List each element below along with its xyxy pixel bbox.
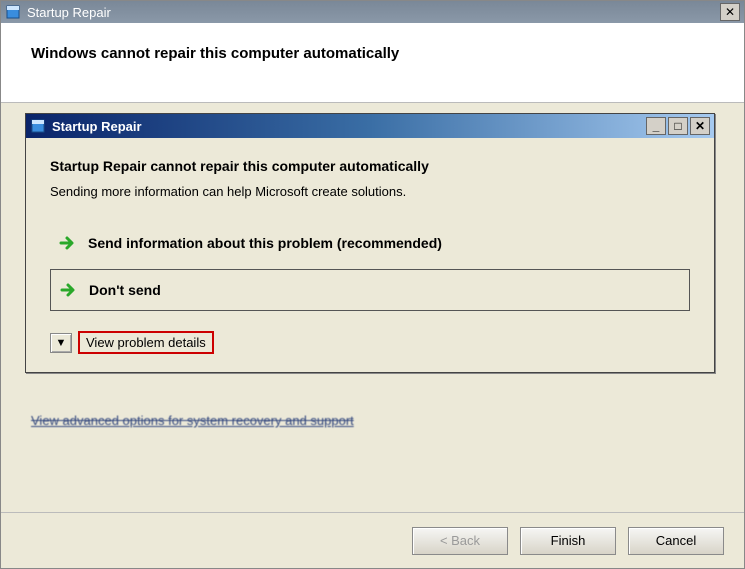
- wizard-footer: < Back Finish Cancel: [1, 512, 744, 568]
- inner-subtext: Sending more information can help Micros…: [50, 184, 690, 199]
- finish-button[interactable]: Finish: [520, 527, 616, 555]
- option-dont-send-label: Don't send: [89, 282, 161, 298]
- back-button: < Back: [412, 527, 508, 555]
- option-send-label: Send information about this problem (rec…: [88, 235, 442, 251]
- arrow-right-icon: [58, 233, 78, 253]
- outer-titlebar: Startup Repair ✕: [1, 1, 744, 23]
- advanced-options-link[interactable]: View advanced options for system recover…: [31, 413, 391, 428]
- problem-details-row: ▼ View problem details: [50, 331, 690, 354]
- outer-body: Startup Repair _ □ ✕ Startup Repair cann…: [1, 103, 744, 512]
- startup-repair-icon: [30, 118, 46, 134]
- outer-heading: Windows cannot repair this computer auto…: [31, 45, 714, 62]
- outer-window-title: Startup Repair: [27, 5, 718, 20]
- inner-close-button[interactable]: ✕: [690, 117, 710, 135]
- cancel-button[interactable]: Cancel: [628, 527, 724, 555]
- expand-details-button[interactable]: ▼: [50, 333, 72, 353]
- option-send-information[interactable]: Send information about this problem (rec…: [50, 223, 690, 263]
- option-dont-send[interactable]: Don't send: [50, 269, 690, 311]
- inner-content: Startup Repair cannot repair this comput…: [26, 138, 714, 372]
- inner-maximize-button[interactable]: □: [668, 117, 688, 135]
- view-problem-details-link[interactable]: View problem details: [78, 331, 214, 354]
- startup-repair-outer-window: Startup Repair ✕ Windows cannot repair t…: [0, 0, 745, 569]
- arrow-right-icon: [59, 280, 79, 300]
- startup-repair-icon: [5, 4, 21, 20]
- outer-close-button[interactable]: ✕: [720, 3, 740, 21]
- inner-window-title: Startup Repair: [52, 119, 644, 134]
- inner-minimize-button[interactable]: _: [646, 117, 666, 135]
- inner-dialog: Startup Repair _ □ ✕ Startup Repair cann…: [25, 113, 715, 373]
- inner-heading: Startup Repair cannot repair this comput…: [50, 158, 690, 174]
- outer-header-panel: Windows cannot repair this computer auto…: [1, 23, 744, 103]
- inner-titlebar: Startup Repair _ □ ✕: [26, 114, 714, 138]
